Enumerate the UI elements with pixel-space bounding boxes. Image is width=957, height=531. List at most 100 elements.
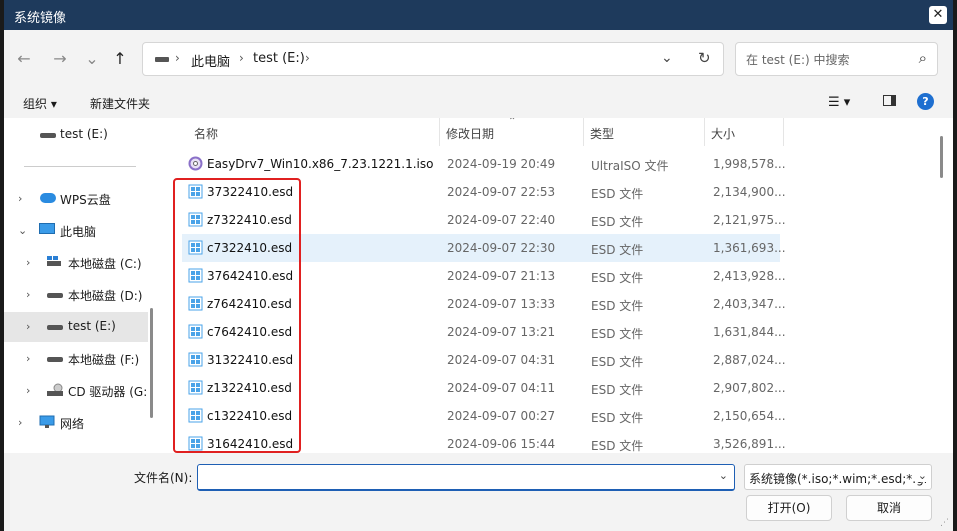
recent-locations-icon[interactable]: ⌄: [82, 49, 102, 69]
file-date: 2024-09-07 22:40: [447, 213, 556, 227]
column-header-type[interactable]: 类型: [590, 125, 614, 142]
column-header-date[interactable]: 修改日期: [446, 125, 494, 142]
file-type-select[interactable]: 系统镜像(*.iso;*.wim;*.esd;*.gl ⌄: [744, 464, 932, 490]
sidebar-item-label: WPS云盘: [60, 193, 111, 207]
chevron-right-icon[interactable]: ›: [18, 416, 22, 429]
file-date: 2024-09-07 00:27: [447, 409, 556, 423]
chevron-right-icon[interactable]: ›: [26, 384, 30, 397]
drive-icon: [155, 57, 169, 62]
file-size: 3,526,891...: [713, 437, 786, 451]
column-header-size[interactable]: 大小: [711, 125, 735, 142]
navigation-pane: test (E:) › WPS云盘 ⌄ 此电脑 › 本地磁盘 (C:) › 本地…: [4, 118, 162, 453]
cancel-button[interactable]: 取消: [846, 495, 932, 521]
file-type: ESD 文件: [591, 215, 644, 229]
filename-input[interactable]: ⌄: [197, 464, 735, 491]
file-date: 2024-09-07 13:21: [447, 325, 556, 339]
file-size: 2,403,347...: [713, 297, 786, 311]
new-folder-button[interactable]: 新建文件夹: [90, 95, 150, 112]
sidebar-item-this-pc[interactable]: ⌄ 此电脑: [4, 216, 148, 246]
chevron-right-icon[interactable]: ›: [26, 288, 30, 301]
sidebar-item-label: 本地磁盘 (F:): [68, 353, 140, 367]
sidebar-item-label: 本地磁盘 (D:): [68, 289, 143, 303]
dialog-footer: 文件名(N): ⌄ 系统镜像(*.iso;*.wim;*.esd;*.gl ⌄ …: [4, 453, 953, 531]
sort-indicator-icon: ⌃: [508, 118, 517, 127]
sidebar-item-test-e[interactable]: › test (E:): [4, 312, 148, 342]
chevron-down-icon[interactable]: ⌄: [915, 469, 927, 482]
window-title: 系统镜像: [14, 11, 67, 26]
file-type: ESD 文件: [591, 355, 644, 369]
drive-icon: [47, 325, 63, 330]
sidebar-scrollbar[interactable]: [150, 308, 153, 418]
forward-arrow-icon[interactable]: →: [50, 49, 70, 69]
chevron-down-icon[interactable]: ⌄: [661, 50, 673, 66]
file-row[interactable]: EasyDrv7_Win10.x86_7.23.1221.1.iso 2024-…: [182, 150, 786, 178]
column-header-name[interactable]: 名称: [194, 125, 218, 142]
close-icon[interactable]: ✕: [929, 6, 947, 24]
chevron-down-icon[interactable]: ⌄: [719, 469, 728, 482]
breadcrumb-test-e[interactable]: test (E:): [253, 51, 305, 66]
file-date: 2024-09-07 13:33: [447, 297, 556, 311]
preview-pane-icon[interactable]: [883, 95, 896, 106]
chevron-down-icon[interactable]: ⌄: [18, 224, 27, 237]
sidebar-item-test-e-top[interactable]: test (E:): [4, 120, 148, 150]
file-date: 2024-09-07 22:53: [447, 185, 556, 199]
file-date: 2024-09-07 04:31: [447, 353, 556, 367]
up-arrow-icon[interactable]: ↑: [110, 49, 130, 69]
breadcrumb-separator: ›: [175, 51, 180, 65]
file-size: 1,361,693...: [713, 241, 786, 255]
highlight-box: [173, 178, 301, 453]
refresh-icon[interactable]: ↻: [698, 49, 711, 67]
resize-grip-icon[interactable]: ⋰: [940, 518, 949, 528]
file-list-scrollbar[interactable]: [940, 136, 943, 178]
column-divider[interactable]: [704, 118, 705, 146]
back-arrow-icon[interactable]: ←: [14, 49, 34, 69]
address-bar[interactable]: › 此电脑 › test (E:) › ⌄ ↻: [142, 42, 724, 76]
sidebar-item-drive-d[interactable]: › 本地磁盘 (D:): [4, 280, 148, 310]
network-icon: [39, 415, 55, 429]
file-size: 2,907,802...: [713, 381, 786, 395]
computer-icon: [39, 223, 55, 234]
column-divider[interactable]: [783, 118, 784, 146]
chevron-right-icon[interactable]: ›: [26, 352, 30, 365]
divider: [24, 166, 136, 167]
file-type: UltraISO 文件: [591, 159, 669, 173]
file-open-dialog: 系统镜像 ✕ ← → ⌄ ↑ › 此电脑 › test (E:) › ⌄ ↻ 在…: [4, 0, 953, 531]
sidebar-item-label: 此电脑: [60, 225, 97, 239]
filename-label: 文件名(N):: [134, 471, 193, 485]
chevron-right-icon[interactable]: ›: [26, 320, 30, 333]
sidebar-item-label: 网络: [60, 417, 85, 431]
view-options-icon[interactable]: ☰ ▾: [828, 95, 850, 110]
organize-menu[interactable]: 组织 ▾: [23, 95, 57, 112]
sidebar-item-drive-f[interactable]: › 本地磁盘 (F:): [4, 344, 148, 374]
search-icon[interactable]: ⌕: [919, 49, 927, 67]
breadcrumb-this-pc[interactable]: 此电脑: [191, 51, 230, 70]
sidebar-item-wps-cloud[interactable]: › WPS云盘: [4, 184, 148, 214]
sidebar-item-drive-c[interactable]: › 本地磁盘 (C:): [4, 248, 148, 278]
search-box[interactable]: 在 test (E:) 中搜索 ⌕: [735, 42, 938, 76]
title-bar: 系统镜像 ✕: [4, 0, 953, 30]
open-button[interactable]: 打开(O): [746, 495, 832, 521]
help-icon[interactable]: ?: [917, 93, 934, 110]
file-date: 2024-09-19 20:49: [447, 157, 556, 171]
drive-icon: [47, 293, 63, 298]
file-type-value: 系统镜像(*.iso;*.wim;*.esd;*.gl: [749, 472, 928, 486]
file-type: ESD 文件: [591, 327, 644, 341]
chevron-right-icon[interactable]: ›: [18, 192, 22, 205]
column-divider[interactable]: [583, 118, 584, 146]
search-input[interactable]: 在 test (E:) 中搜索: [746, 51, 849, 68]
file-type: ESD 文件: [591, 411, 644, 425]
sidebar-item-label: test (E:): [60, 127, 108, 141]
sidebar-item-cd-drive[interactable]: › CD 驱动器 (G:: [4, 376, 148, 406]
column-divider[interactable]: [439, 118, 440, 146]
file-date: 2024-09-07 04:11: [447, 381, 556, 395]
file-size: 2,134,900...: [713, 185, 786, 199]
file-type: ESD 文件: [591, 271, 644, 285]
sidebar-item-label: 本地磁盘 (C:): [68, 257, 142, 271]
breadcrumb-separator: ›: [239, 51, 244, 65]
file-size: 2,150,654...: [713, 409, 786, 423]
file-date: 2024-09-07 21:13: [447, 269, 556, 283]
sidebar-item-network[interactable]: › 网络: [4, 408, 148, 438]
command-bar: 组织 ▾ 新建文件夹 ☰ ▾ ?: [4, 86, 953, 119]
file-type: ESD 文件: [591, 243, 644, 257]
chevron-right-icon[interactable]: ›: [26, 256, 30, 269]
